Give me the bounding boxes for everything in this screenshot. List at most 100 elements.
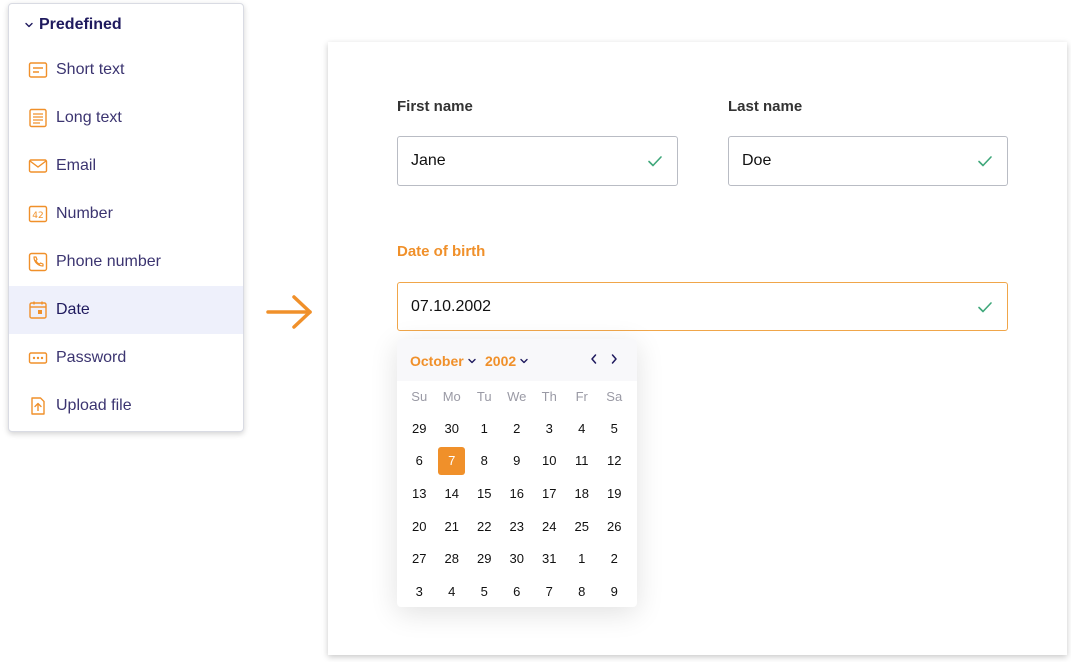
previous-month-button[interactable] — [587, 351, 601, 367]
weekday-label: Tu — [476, 389, 492, 404]
calendar-day[interactable]: 19 — [598, 479, 631, 507]
calendar-day[interactable]: 29 — [468, 545, 501, 573]
calendar-day[interactable]: 11 — [566, 447, 599, 475]
long-text-icon — [28, 108, 48, 128]
calendar-day[interactable]: 1 — [468, 414, 501, 442]
calendar-day[interactable]: 22 — [468, 512, 501, 540]
month-select[interactable]: October — [410, 353, 477, 369]
weekday-label: Sa — [606, 389, 623, 404]
calendar-day[interactable]: 26 — [598, 512, 631, 540]
calendar-day[interactable]: 20 — [403, 512, 436, 540]
calendar-week-row: 3456789 — [403, 575, 631, 608]
chevron-left-icon — [591, 354, 597, 364]
svg-text:42: 42 — [32, 211, 43, 221]
calendar-day[interactable]: 9 — [598, 577, 631, 605]
calendar-day[interactable]: 25 — [566, 512, 599, 540]
sidebar-item-number[interactable]: 42 Number — [9, 190, 243, 238]
calendar-day[interactable]: 2 — [598, 545, 631, 573]
calendar-day[interactable]: 2 — [501, 414, 534, 442]
sidebar-item-phone-number[interactable]: Phone number — [9, 238, 243, 286]
sidebar-item-label: Short text — [56, 61, 125, 78]
calendar-day[interactable]: 10 — [533, 447, 566, 475]
calendar-week-row: 13 14 15 16 17 18 19 — [403, 477, 631, 510]
calendar-day[interactable]: 8 — [468, 447, 501, 475]
first-name-label: First name — [397, 98, 473, 115]
calendar-day[interactable]: 1 — [566, 545, 599, 573]
sidebar-item-label: Number — [56, 205, 113, 222]
sidebar-item-email[interactable]: Email — [9, 142, 243, 190]
calendar-day[interactable]: 15 — [468, 479, 501, 507]
sidebar-item-short-text[interactable]: Short text — [9, 46, 243, 94]
calendar-day[interactable]: 14 — [436, 479, 469, 507]
check-icon — [978, 156, 992, 167]
year-select[interactable]: 2002 — [485, 353, 529, 369]
calendar-day[interactable]: 21 — [436, 512, 469, 540]
calendar-day[interactable]: 3 — [403, 577, 436, 605]
last-name-field[interactable]: Doe — [728, 136, 1008, 186]
weekday-label: Mo — [442, 389, 461, 404]
sidebar-item-password[interactable]: Password — [9, 334, 243, 382]
password-icon — [28, 348, 48, 368]
last-name-label: Last name — [728, 98, 803, 115]
date-of-birth-label: Date of birth — [397, 243, 486, 260]
calendar-day[interactable]: 31 — [533, 545, 566, 573]
calendar-day[interactable]: 5 — [468, 577, 501, 605]
sidebar-item-label: Email — [56, 157, 97, 174]
calendar-day[interactable]: 5 — [598, 414, 631, 442]
sidebar-item-label: Date — [56, 301, 90, 318]
weekday-label: We — [507, 389, 527, 404]
calendar-day[interactable]: 7 — [533, 577, 566, 605]
calendar-day[interactable]: 23 — [501, 512, 534, 540]
calendar-day[interactable]: 29 — [403, 414, 436, 442]
calendar-day[interactable]: 18 — [566, 479, 599, 507]
predefined-group-label: Predefined — [39, 16, 122, 33]
next-month-button[interactable] — [607, 351, 621, 367]
calendar-day[interactable]: 3 — [533, 414, 566, 442]
calendar-day[interactable]: 27 — [403, 545, 436, 573]
calendar-day[interactable]: 8 — [566, 577, 599, 605]
sidebar-item-label: Long text — [56, 109, 122, 126]
calendar-day[interactable]: 24 — [533, 512, 566, 540]
short-text-icon — [28, 60, 48, 80]
month-label: October — [410, 353, 464, 369]
calendar-day[interactable]: 28 — [436, 545, 469, 573]
calendar-day[interactable]: 13 — [403, 479, 436, 507]
field-type-panel: Predefined Short text Long text Email 42… — [8, 3, 244, 432]
chevron-down-icon — [467, 358, 476, 364]
calendar-day-selected[interactable]: 7 — [438, 446, 466, 475]
chevron-down-icon — [520, 358, 528, 364]
calendar-day[interactable]: 30 — [436, 414, 469, 442]
sidebar-item-label: Phone number — [56, 253, 161, 270]
weekday-header: Su Mo Tu We Th Fr Sa — [403, 389, 631, 404]
year-label: 2002 — [485, 353, 517, 369]
weekday-label: Su — [411, 389, 428, 404]
first-name-field[interactable]: Jane — [397, 136, 678, 186]
chevron-down-icon — [23, 19, 35, 31]
calendar-grid: 29 30 1 2 3 4 5 6 7 8 9 10 11 12 13 14 15 16 17 18 19 20 21 22 2… — [403, 412, 631, 608]
date-of-birth-field[interactable]: 07.10.2002 — [397, 282, 1008, 331]
last-name-value: Doe — [742, 152, 772, 169]
predefined-group-header[interactable]: Predefined — [9, 4, 243, 46]
date-picker-popup: October 2002 Su Mo Tu We Th Fr Sa 29 30 1 2… — [397, 339, 637, 607]
email-icon — [28, 156, 48, 176]
phone-icon — [28, 252, 48, 272]
calendar-day[interactable]: 4 — [436, 577, 469, 605]
calendar-day[interactable]: 6 — [501, 577, 534, 605]
calendar-day[interactable]: 16 — [501, 479, 534, 507]
calendar-day[interactable]: 30 — [501, 545, 534, 573]
calendar-week-row: 27 28 29 30 31 1 2 — [403, 542, 631, 575]
sidebar-item-date[interactable]: Date — [9, 286, 243, 334]
weekday-label: Th — [541, 389, 557, 404]
sidebar-item-long-text[interactable]: Long text — [9, 94, 243, 142]
calendar-day[interactable]: 6 — [403, 447, 436, 475]
calendar-day[interactable]: 12 — [598, 447, 631, 475]
calendar-week-row: 6 7 8 9 10 11 12 — [403, 445, 631, 478]
calendar-day[interactable]: 9 — [501, 447, 534, 475]
weekday-label: Fr — [575, 389, 588, 404]
sidebar-item-upload-file[interactable]: Upload file — [9, 382, 243, 430]
calendar-day[interactable]: 4 — [566, 414, 599, 442]
check-icon — [648, 156, 662, 167]
calendar-icon — [28, 300, 48, 320]
calendar-day[interactable]: 17 — [533, 479, 566, 507]
number-icon: 42 — [28, 204, 48, 224]
